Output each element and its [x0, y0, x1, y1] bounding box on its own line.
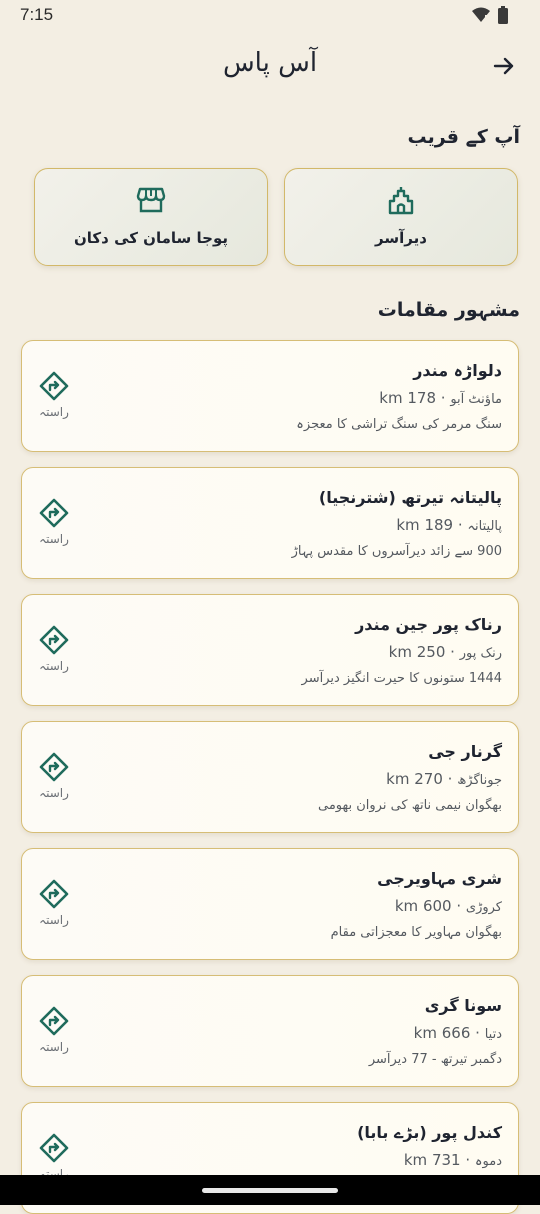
- place-card-palitana[interactable]: پالیتانہ تیرتھ (شترنجیا) پالیتانہ · 189 …: [21, 467, 519, 579]
- place-description: سنگ مرمر کی سنگ تراشی کا معجزہ: [296, 417, 502, 432]
- place-meta: جوناگڑھ · 270 km: [386, 770, 502, 788]
- place-name: دلواڑہ مندر: [413, 361, 502, 380]
- place-meta: کروڑی · 600 km: [394, 897, 502, 915]
- status-bar: 7:15: [0, 0, 540, 32]
- place-meta: پالیتانہ · 189 km: [396, 516, 502, 534]
- place-description: 1444 ستونوں کا حیرت انگیز دیرآسر: [301, 671, 502, 686]
- store-icon: [35, 185, 267, 215]
- directions-label: راستہ: [39, 1040, 69, 1054]
- directions-icon: [39, 752, 69, 782]
- page-title: آس پاس: [222, 48, 318, 78]
- place-card-girnar[interactable]: گرنار جی جوناگڑھ · 270 km بھگوان نیمی نا…: [21, 721, 519, 833]
- nearby-section-title: آپ کے قریب: [407, 126, 520, 148]
- place-card-sonagiri[interactable]: سونا گری دتیا · 666 km دگمبر تیرتھ - 77 …: [21, 975, 519, 1087]
- directions-icon: [39, 879, 69, 909]
- place-card-mahaveerji[interactable]: شری مہاویرجی کروڑی · 600 km بھگوان مہاوی…: [21, 848, 519, 960]
- place-name: گرنار جی: [428, 742, 502, 761]
- category-puja-store[interactable]: پوجا سامان کی دکان: [34, 168, 268, 266]
- arrow-right-icon: [493, 57, 514, 75]
- directions-label: راستہ: [39, 659, 69, 673]
- home-gesture-handle[interactable]: [202, 1188, 338, 1193]
- category-temple[interactable]: دیرآسر: [284, 168, 518, 266]
- directions-label: راستہ: [39, 786, 69, 800]
- battery-icon: [498, 6, 508, 28]
- temple-icon: [285, 185, 517, 215]
- place-name: پالیتانہ تیرتھ (شترنجیا): [318, 488, 502, 507]
- system-nav-bar: [0, 1175, 540, 1205]
- directions-icon: [39, 1006, 69, 1036]
- category-label: پوجا سامان کی دکان: [73, 229, 228, 247]
- directions-button[interactable]: راستہ: [30, 623, 78, 679]
- place-meta: دتیا · 666 km: [413, 1024, 502, 1042]
- wifi-icon: [472, 7, 490, 27]
- status-time: 7:15: [20, 5, 54, 24]
- status-icons: [472, 6, 508, 28]
- place-card-ranakpur[interactable]: رناک پور جین مندر رنک پور · 250 km 1444 …: [21, 594, 519, 706]
- directions-label: راستہ: [39, 532, 69, 546]
- back-button[interactable]: [490, 52, 518, 80]
- place-name: سونا گری: [424, 996, 502, 1015]
- directions-button[interactable]: راستہ: [30, 1004, 78, 1060]
- directions-icon: [39, 498, 69, 528]
- place-meta: ماؤنٹ آبو · 178 km: [379, 389, 502, 407]
- famous-section-title: مشہور مقامات: [377, 299, 520, 321]
- place-meta: رنک پور · 250 km: [388, 643, 502, 661]
- place-meta: دموہ · 731 km: [403, 1151, 502, 1169]
- place-name: شری مہاویرجی: [377, 869, 502, 888]
- directions-button[interactable]: راستہ: [30, 877, 78, 933]
- directions-label: راستہ: [39, 405, 69, 419]
- directions-icon: [39, 625, 69, 655]
- directions-icon: [39, 371, 69, 401]
- directions-icon: [39, 1133, 69, 1163]
- place-description: 900 سے زائد دیرآسروں کا مقدس پہاڑ: [291, 544, 502, 559]
- directions-button[interactable]: راستہ: [30, 750, 78, 806]
- directions-button[interactable]: راستہ: [30, 369, 78, 425]
- directions-label: راستہ: [39, 913, 69, 927]
- directions-button[interactable]: راستہ: [30, 496, 78, 552]
- place-description: دگمبر تیرتھ - 77 دیرآسر: [368, 1052, 502, 1067]
- place-name: کندل پور (بڑے بابا): [357, 1123, 502, 1142]
- header: آس پاس: [0, 44, 540, 94]
- place-card-dilwara[interactable]: دلواڑہ مندر ماؤنٹ آبو · 178 km سنگ مرمر …: [21, 340, 519, 452]
- category-label: دیرآسر: [375, 229, 427, 247]
- place-name: رناک پور جین مندر: [355, 615, 502, 634]
- place-description: بھگوان مہاویر کا معجزاتی مقام: [330, 925, 502, 940]
- place-description: بھگوان نیمی ناتھ کی نروان بھومی: [317, 798, 502, 813]
